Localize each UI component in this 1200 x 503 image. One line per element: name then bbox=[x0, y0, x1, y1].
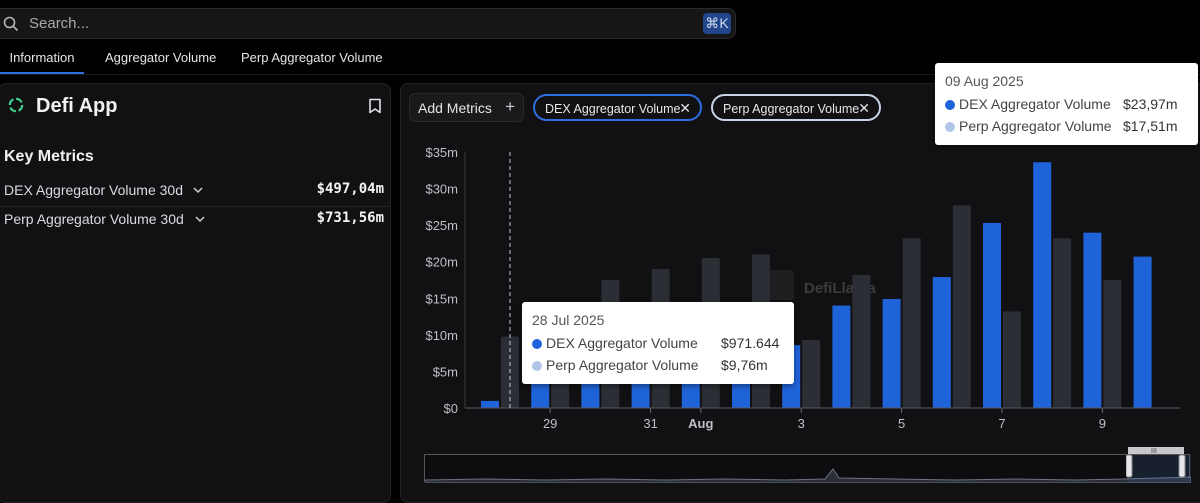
series-dot-icon bbox=[945, 100, 955, 110]
minimap-sparkline bbox=[424, 455, 1192, 484]
bar-perp-aggregator-volume[interactable] bbox=[802, 339, 821, 408]
series-dot-icon bbox=[945, 122, 955, 132]
bar-dex-aggregator-volume[interactable] bbox=[882, 299, 901, 408]
bar-dex-aggregator-volume[interactable] bbox=[481, 400, 499, 408]
bar-perp-aggregator-volume[interactable] bbox=[1103, 279, 1122, 408]
y-tick-label: $15m bbox=[425, 291, 458, 306]
add-metrics-button[interactable]: Add Metrics + bbox=[409, 93, 524, 122]
bookmark-icon[interactable] bbox=[368, 98, 382, 114]
range-handle-right[interactable] bbox=[1178, 454, 1186, 478]
bar-dex-aggregator-volume[interactable] bbox=[932, 277, 951, 408]
tooltip-value: $17,51m bbox=[1123, 118, 1178, 134]
metric-dex-aggregator-volume[interactable]: DEX Aggregator Volume 30d $497,04m bbox=[4, 178, 384, 206]
search-icon bbox=[3, 16, 19, 32]
bar-perp-aggregator-volume[interactable] bbox=[952, 205, 971, 408]
shortcut-badge: ⌘K bbox=[703, 13, 731, 34]
bar-dex-aggregator-volume[interactable] bbox=[1083, 232, 1102, 408]
y-tick-label: $30m bbox=[425, 182, 458, 197]
y-tick-label: $25m bbox=[425, 218, 458, 233]
bar-perp-aggregator-volume[interactable] bbox=[852, 274, 871, 408]
search-input[interactable]: Search... bbox=[29, 15, 89, 32]
tab-perp-aggregator-volume[interactable]: Perp Aggregator Volume bbox=[241, 50, 383, 72]
chip-label: Perp Aggregator Volume bbox=[723, 102, 860, 116]
chart-range-slider[interactable] bbox=[424, 454, 1192, 484]
bar-perp-aggregator-volume[interactable] bbox=[1053, 238, 1072, 408]
tooltip-row-perp: Perp Aggregator Volume bbox=[945, 118, 1112, 134]
y-tick-label: $35m bbox=[425, 145, 458, 160]
close-icon[interactable]: ✕ bbox=[858, 100, 870, 117]
metric-label: Perp Aggregator Volume 30d bbox=[4, 211, 184, 227]
y-tick-label: $20m bbox=[425, 255, 458, 270]
series-dot-icon bbox=[532, 339, 542, 349]
x-tick-label: 31 bbox=[643, 416, 657, 431]
bar-perp-aggregator-volume[interactable] bbox=[902, 238, 921, 408]
tooltip-series-label: DEX Aggregator Volume bbox=[959, 96, 1111, 112]
volume-chart[interactable]: DefiLlama $0$5m$10m$15m$20m$25m$30m$35m2… bbox=[400, 140, 1200, 445]
x-tick-label: Aug bbox=[688, 416, 713, 431]
close-icon[interactable]: ✕ bbox=[679, 100, 691, 117]
bar-dex-aggregator-volume[interactable] bbox=[983, 222, 1001, 408]
x-tick-label: 9 bbox=[1099, 416, 1106, 431]
tooltip-date: 28 Jul 2025 bbox=[532, 312, 605, 328]
range-handles[interactable]: III bbox=[1126, 446, 1186, 482]
tooltip-row-dex: DEX Aggregator Volume bbox=[532, 335, 698, 351]
tooltip-28-jul: 28 Jul 2025 DEX Aggregator Volume $971.6… bbox=[522, 302, 794, 384]
tooltip-value: $971.644 bbox=[721, 335, 780, 351]
x-tick-label: 29 bbox=[543, 416, 557, 431]
bar-dex-aggregator-volume[interactable] bbox=[1033, 162, 1052, 408]
tab-aggregator-volume[interactable]: Aggregator Volume bbox=[105, 50, 216, 72]
defi-app-logo bbox=[8, 97, 24, 113]
tooltip-row-dex: DEX Aggregator Volume bbox=[945, 96, 1111, 112]
tooltip-date: 09 Aug 2025 bbox=[945, 73, 1024, 89]
x-tick-label: 3 bbox=[798, 416, 805, 431]
tooltip-09-aug: 09 Aug 2025 DEX Aggregator Volume $23,97… bbox=[935, 63, 1198, 145]
tooltip-series-label: Perp Aggregator Volume bbox=[546, 357, 699, 373]
tooltip-series-label: DEX Aggregator Volume bbox=[546, 335, 698, 351]
metric-label: DEX Aggregator Volume 30d bbox=[4, 182, 184, 198]
tooltip-row-perp: Perp Aggregator Volume bbox=[532, 357, 699, 373]
tooltip-series-label: Perp Aggregator Volume bbox=[959, 118, 1112, 134]
chip-perp-aggregator-volume[interactable]: Perp Aggregator Volume ✕ bbox=[711, 94, 881, 121]
svg-text:III: III bbox=[1151, 448, 1157, 455]
add-metrics-label: Add Metrics bbox=[418, 100, 492, 116]
x-tick-label: 7 bbox=[998, 416, 1005, 431]
series-dot-icon bbox=[532, 361, 542, 371]
chevron-down-icon bbox=[195, 216, 205, 223]
chevron-down-icon bbox=[193, 187, 203, 194]
key-metrics-title: Key Metrics bbox=[4, 148, 94, 165]
y-tick-label: $5m bbox=[433, 364, 458, 379]
metric-value: $497,04m bbox=[316, 181, 384, 197]
chip-label: DEX Aggregator Volume bbox=[545, 102, 681, 116]
bar-dex-aggregator-volume[interactable] bbox=[832, 305, 851, 408]
tab-information[interactable]: Information bbox=[0, 50, 84, 74]
chip-dex-aggregator-volume[interactable]: DEX Aggregator Volume ✕ bbox=[533, 94, 702, 121]
range-handle-left[interactable] bbox=[1126, 454, 1133, 478]
protocol-name: Defi App bbox=[36, 95, 118, 117]
y-tick-label: $10m bbox=[425, 328, 458, 343]
x-tick-label: 5 bbox=[898, 416, 905, 431]
metric-perp-aggregator-volume[interactable]: Perp Aggregator Volume 30d $731,56m bbox=[4, 207, 384, 235]
tooltip-value: $9,76m bbox=[721, 357, 768, 373]
plus-icon: + bbox=[505, 97, 515, 116]
y-tick-label: $0 bbox=[444, 401, 458, 416]
bar-perp-aggregator-volume[interactable] bbox=[1003, 311, 1021, 408]
info-panel bbox=[0, 83, 391, 503]
tooltip-value: $23,97m bbox=[1123, 96, 1178, 112]
metric-value: $731,56m bbox=[316, 210, 384, 226]
bar-dex-aggregator-volume[interactable] bbox=[1133, 256, 1152, 408]
search-bar[interactable]: Search... ⌘K bbox=[0, 8, 736, 39]
